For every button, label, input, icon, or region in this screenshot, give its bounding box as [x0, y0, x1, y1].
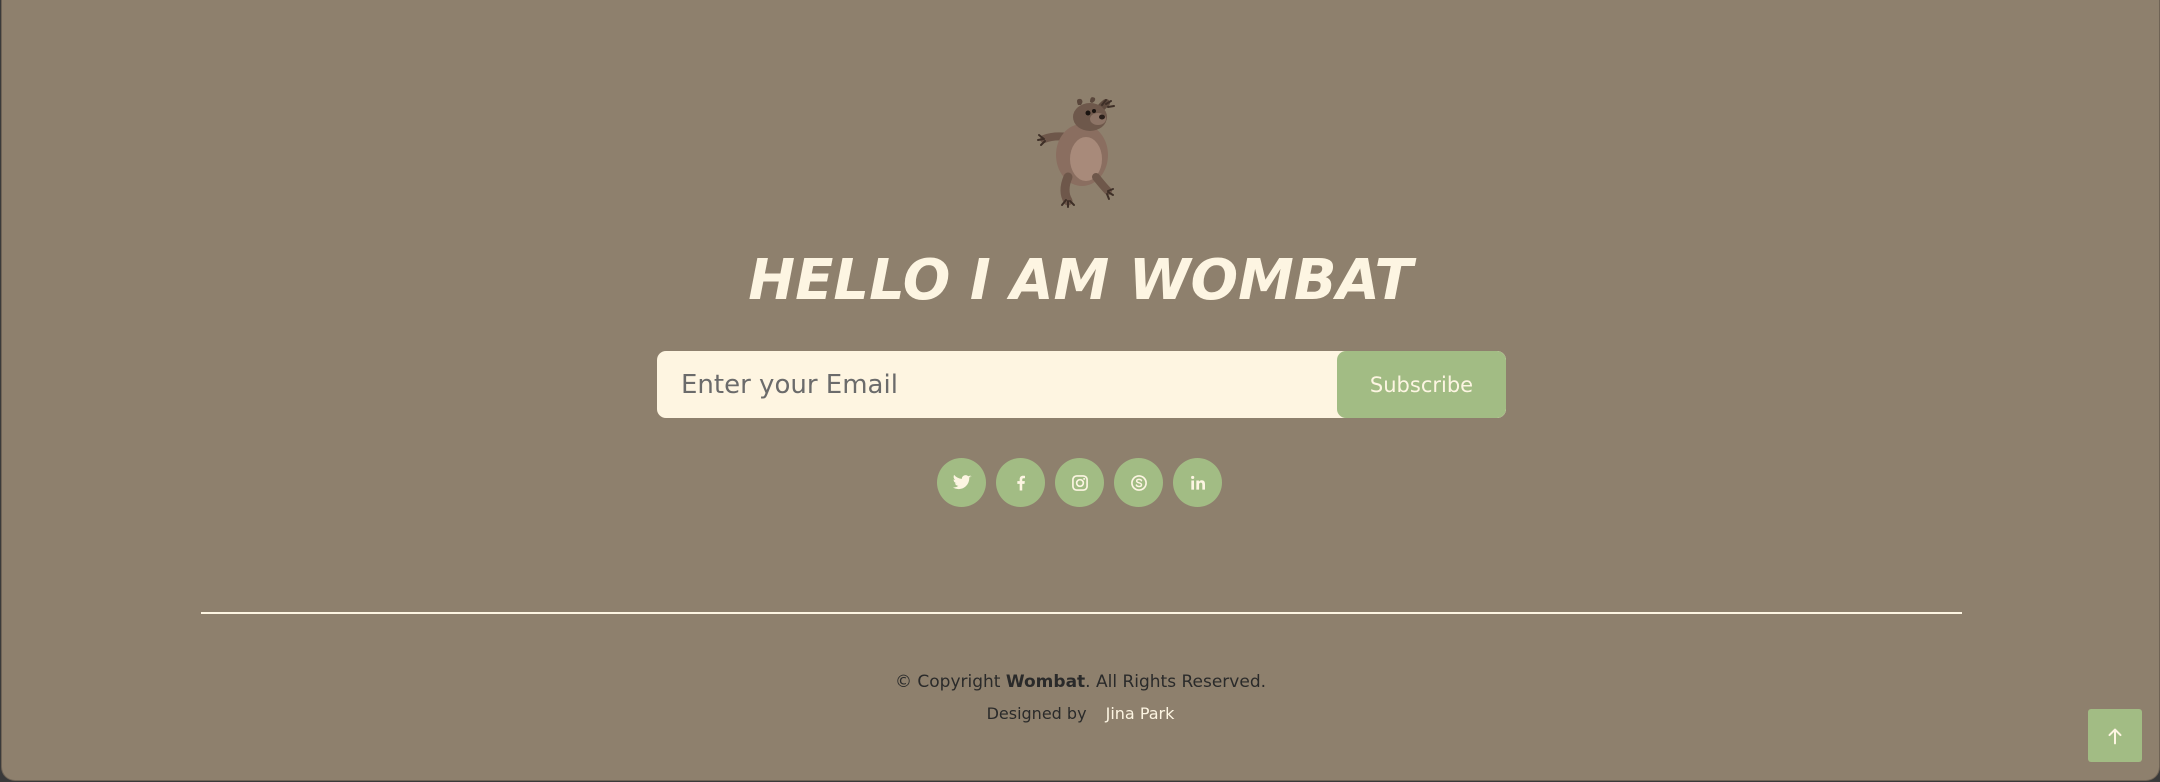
copyright-prefix: © Copyright	[894, 672, 1006, 692]
twitter-icon	[952, 474, 971, 489]
skype-icon	[1130, 474, 1147, 491]
social-links	[937, 458, 1222, 507]
page-title: HELLO I AM WOMBAT	[748, 248, 1413, 313]
credits: Designed by Jina Park	[2, 703, 2159, 725]
designed-by-label: Designed by	[986, 704, 1087, 723]
facebook-icon	[1016, 475, 1025, 490]
back-to-top-button[interactable]	[2088, 709, 2142, 762]
linkedin-icon	[1190, 475, 1205, 490]
copyright-text: © Copyright Wombat. All Rights Reserved.	[2, 670, 2159, 694]
instagram-icon	[1071, 474, 1088, 491]
instagram-link[interactable]	[1055, 458, 1104, 507]
footer-divider	[201, 612, 1962, 614]
copyright-suffix: . All Rights Reserved.	[1085, 672, 1267, 692]
email-input[interactable]	[657, 351, 1337, 418]
designer-link[interactable]: Jina Park	[1106, 704, 1175, 723]
wombat-mascot-icon	[1032, 95, 1132, 210]
footer-section: HELLO I AM WOMBAT Subscribe	[1, 0, 2160, 781]
subscribe-button[interactable]: Subscribe	[1337, 351, 1506, 418]
facebook-link[interactable]	[996, 458, 1045, 507]
copyright-brand: Wombat	[1005, 672, 1086, 692]
twitter-link[interactable]	[937, 458, 986, 507]
newsletter-form: Subscribe	[657, 351, 1506, 418]
linkedin-link[interactable]	[1173, 458, 1222, 507]
skype-link[interactable]	[1114, 458, 1163, 507]
arrow-up-icon	[2108, 728, 2122, 744]
